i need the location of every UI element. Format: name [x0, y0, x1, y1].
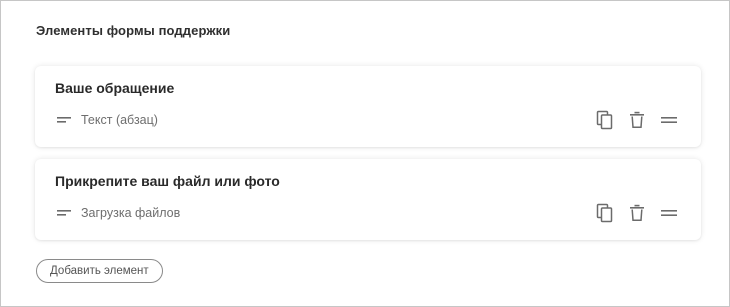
copy-icon[interactable]: [595, 203, 615, 223]
short-text-icon: [56, 205, 72, 221]
element-type-label: Текст (абзац): [81, 113, 158, 127]
element-type-label: Загрузка файлов: [81, 206, 181, 220]
add-element-button[interactable]: Добавить элемент: [36, 259, 163, 283]
trash-icon[interactable]: [627, 203, 647, 223]
element-type: Загрузка файлов: [56, 205, 180, 221]
form-elements-panel: Элементы формы поддержки Ваше обращение …: [0, 0, 730, 307]
drag-handle-icon[interactable]: [659, 203, 679, 223]
short-text-icon: [56, 112, 72, 128]
section-title: Элементы формы поддержки: [36, 23, 231, 38]
element-title: Ваше обращение: [55, 80, 175, 96]
element-actions: [595, 110, 679, 130]
trash-icon[interactable]: [627, 110, 647, 130]
drag-handle-icon[interactable]: [659, 110, 679, 130]
element-actions: [595, 203, 679, 223]
element-type: Текст (абзац): [56, 112, 158, 128]
copy-icon[interactable]: [595, 110, 615, 130]
element-title: Прикрепите ваш файл или фото: [55, 173, 280, 189]
form-element-card[interactable]: Ваше обращение Текст (абзац): [35, 66, 701, 147]
form-element-card[interactable]: Прикрепите ваш файл или фото Загрузка фа…: [35, 159, 701, 240]
